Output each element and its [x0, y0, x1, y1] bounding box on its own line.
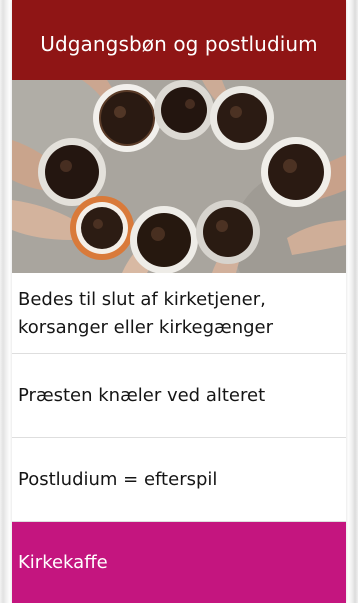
- list-item-label: Bedes til slut af kirketjener, korsanger…: [18, 289, 273, 338]
- list-item-active[interactable]: Kirkekaffe: [12, 522, 346, 603]
- page-title: Udgangsbøn og postludium: [12, 0, 346, 80]
- page-frame: Udgangsbøn og postludium Bedes til slut …: [0, 0, 358, 603]
- content-card: Udgangsbøn og postludium Bedes til slut …: [12, 0, 346, 603]
- list-item-label: Præsten knæler ved alteret: [18, 384, 266, 406]
- list-item[interactable]: Præsten knæler ved alteret: [12, 354, 346, 438]
- list-item-label: Postludium = efterspil: [18, 468, 218, 490]
- list-item[interactable]: Postludium = efterspil: [12, 438, 346, 522]
- agenda-list: Bedes til slut af kirketjener, korsanger…: [12, 273, 346, 603]
- coffee-cups-photo: [12, 80, 346, 273]
- list-item[interactable]: Bedes til slut af kirketjener, korsanger…: [12, 273, 346, 354]
- list-item-label: Kirkekaffe: [18, 551, 108, 573]
